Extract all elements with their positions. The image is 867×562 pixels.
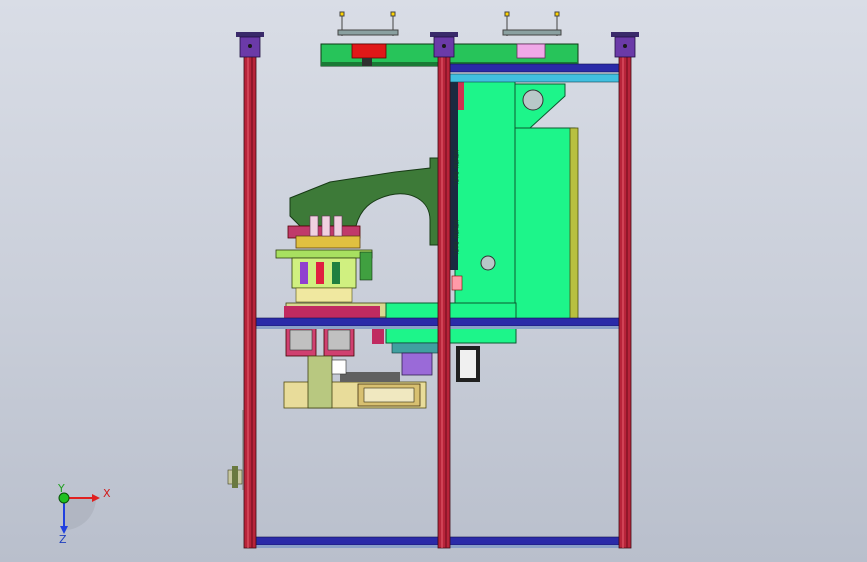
svg-text:HIWIN RAIL: HIWIN RAIL [452,220,459,257]
bore-hole-lower [480,255,496,271]
main-green-housing: HIWIN RAIL HIWIN RAIL [448,79,579,325]
pink-clamp-block [516,43,546,59]
post-caps [236,32,639,58]
orientation-triad[interactable]: X Y Z [57,482,111,546]
bore-hole [522,89,544,111]
side-bracket [227,410,245,490]
x-axis-label: X [103,487,111,500]
y-axis-label: Y [57,482,65,495]
z-axis-label: Z [59,533,67,546]
red-clamp-block [351,43,387,59]
cad-viewport[interactable]: HIWIN RAIL HIWIN RAIL X Y Z [0,0,867,562]
svg-text:HIWIN RAIL: HIWIN RAIL [452,150,459,187]
assembly-drawing: HIWIN RAIL HIWIN RAIL X Y Z [57,11,639,549]
